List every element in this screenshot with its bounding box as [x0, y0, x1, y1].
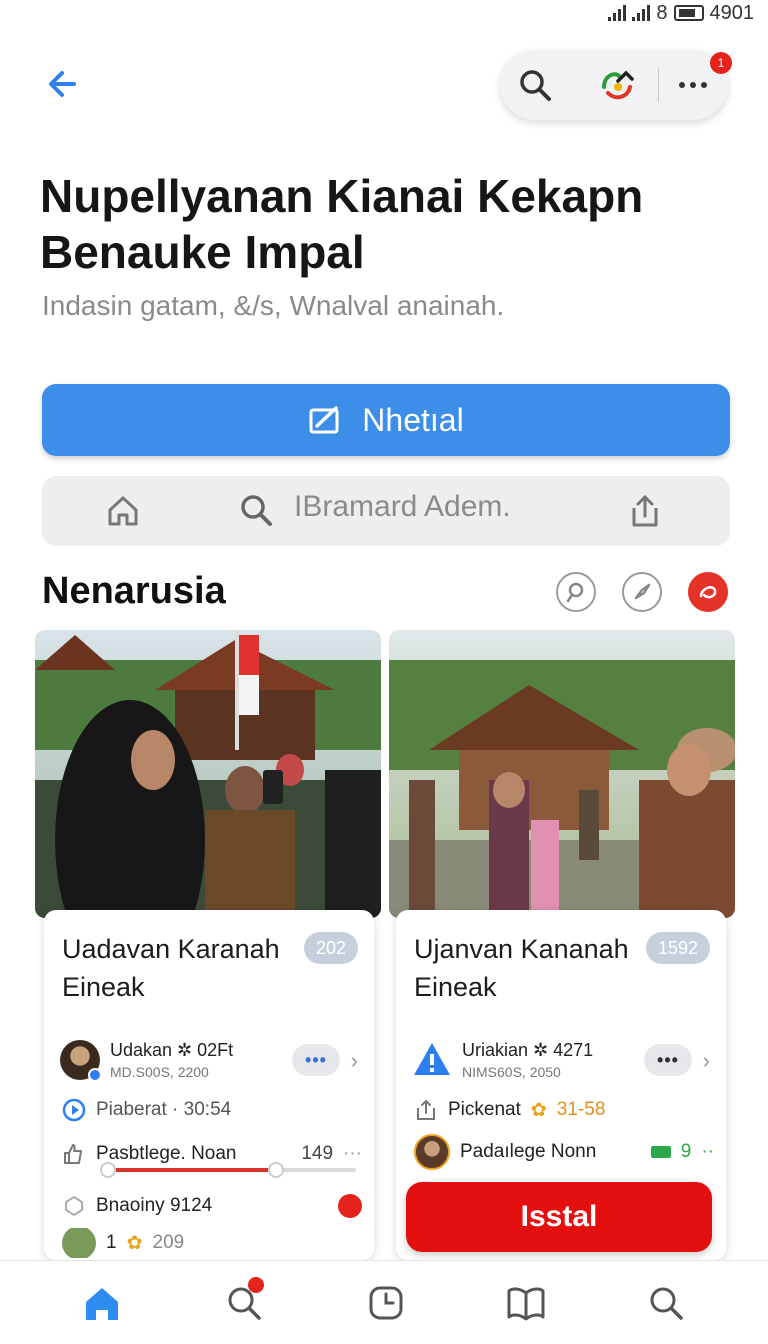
page-title: Nupellyanan Kianai Kekapn Benauke Impal	[40, 170, 644, 278]
section-title: Nenarusia	[42, 570, 226, 612]
more-dots-icon[interactable]: ··	[701, 1141, 714, 1163]
progress-bar[interactable]	[100, 1162, 356, 1178]
progress-row: Padaılege Nonn 9 ··	[414, 1134, 714, 1170]
reaction-row: Bnaoiny 9124	[62, 1190, 362, 1222]
search-icon	[650, 1287, 683, 1320]
status-bar: 8 4901	[608, 0, 754, 26]
count-badge: 1592	[645, 932, 710, 964]
back-button[interactable]	[40, 62, 84, 106]
search-circle-icon[interactable]	[556, 572, 596, 612]
signal-text: 8	[656, 1, 668, 24]
play-circle-icon[interactable]	[62, 1098, 86, 1122]
colorful-logo-icon	[601, 70, 634, 100]
battery-icon	[673, 5, 704, 21]
footer-row: 1 ✿ 209	[62, 1228, 362, 1258]
install-button[interactable]: Isstal	[406, 1182, 712, 1252]
progress-knob-start[interactable]	[100, 1162, 116, 1178]
search-icon	[519, 70, 551, 101]
clock-icon	[369, 1286, 403, 1320]
author-name: Udakan ✲ 02Ft	[110, 1040, 234, 1060]
author-row[interactable]: Udakan ✲ 02Ft MD.S00S, 2200 ••• ›	[60, 1038, 360, 1082]
notification-badge	[248, 1277, 264, 1293]
meta-label: Pickenat	[448, 1099, 521, 1120]
share-icon[interactable]	[414, 1098, 438, 1122]
chevron-right-icon[interactable]: ›	[703, 1048, 710, 1074]
author-meta: MD.S00S, 2200	[110, 1064, 209, 1080]
footer-count: 209	[152, 1232, 185, 1253]
app-logo-button[interactable]	[583, 50, 652, 120]
search-input[interactable]: IBramard Adem.	[294, 490, 511, 524]
more-horizontal-icon	[679, 82, 708, 88]
chevron-right-icon[interactable]: ›	[351, 1048, 358, 1074]
verified-icon	[88, 1068, 102, 1082]
footer-prefix: 1	[106, 1232, 117, 1253]
truck-icon	[650, 1146, 671, 1158]
install-button-label: Isstal	[520, 1200, 598, 1233]
author-row[interactable]: Uriakian ✲ 4271 NIMS60S, 2050 ••• ›	[412, 1038, 712, 1082]
search-button[interactable]	[500, 50, 569, 120]
card-image-2[interactable]	[389, 630, 735, 918]
footer-avatar	[62, 1228, 96, 1258]
progress-fill	[106, 1168, 276, 1172]
compass-icon[interactable]	[622, 572, 662, 612]
book-icon	[507, 1287, 545, 1321]
primary-action-button[interactable]: Nhetıal	[42, 384, 730, 456]
card-image-1[interactable]	[35, 630, 381, 918]
toolbar-pill: 1	[500, 50, 732, 120]
search-bar[interactable]: IBramard Adem.	[42, 476, 730, 546]
nav-library[interactable]	[504, 1281, 548, 1325]
edit-icon	[309, 406, 339, 434]
card-title: Uadavan Karanah Eineak	[62, 934, 280, 1002]
card-title: Ujanvan Kananah Eineak	[414, 934, 629, 1002]
home-icon	[86, 1288, 118, 1320]
warning-icon	[414, 1043, 450, 1075]
more-options-button[interactable]: •••	[292, 1044, 340, 1076]
top-bar: 1	[0, 48, 768, 120]
progress-label: Padaılege Nonn	[460, 1141, 597, 1162]
author-meta: NIMS60S, 2050	[462, 1064, 561, 1080]
meta-value: 31-58	[556, 1099, 606, 1120]
count-badge: 202	[303, 932, 358, 964]
meta-row: Pickenat ✿ 31-58	[414, 1094, 714, 1126]
flower-icon: ✿	[126, 1232, 143, 1254]
notification-badge: 1	[710, 52, 732, 74]
progress-value: 149	[301, 1143, 334, 1164]
duration-row: Piaberat · 30:54	[62, 1094, 362, 1126]
nav-search[interactable]	[222, 1277, 266, 1325]
bottom-navigation	[0, 1260, 768, 1344]
nav-history[interactable]	[364, 1281, 408, 1325]
search-icon	[241, 495, 272, 526]
section-actions	[556, 572, 728, 612]
primary-action-label: Nhetıal	[362, 401, 464, 438]
flower-icon: ✿	[530, 1099, 547, 1121]
progress-label: Pasbtlege. Noan	[96, 1143, 237, 1164]
share-icon[interactable]	[626, 492, 664, 530]
nav-home[interactable]	[80, 1281, 124, 1325]
duration-text: Piaberat · 30:54	[96, 1099, 232, 1120]
progress-value: 9	[680, 1141, 692, 1162]
nav-search-2[interactable]	[644, 1281, 688, 1325]
record-icon[interactable]	[688, 572, 728, 612]
wifi-signal-icon	[608, 5, 627, 21]
cell-signal-icon	[632, 5, 651, 21]
more-dots-icon[interactable]: ···	[343, 1143, 362, 1165]
home-icon[interactable]	[104, 492, 142, 530]
like-icon[interactable]	[62, 1142, 86, 1166]
progress-knob-end[interactable]	[268, 1162, 284, 1178]
status-time: 4901	[709, 1, 755, 24]
fish-icon[interactable]	[338, 1194, 362, 1218]
content-card-1[interactable]: Uadavan Karanah Eineak 202 Udakan ✲ 02Ft…	[44, 910, 374, 1260]
author-name: Uriakian ✲ 4271	[462, 1040, 594, 1060]
reaction-label: Bnaoiny 9124	[96, 1195, 213, 1216]
hexagon-icon	[65, 1195, 83, 1217]
page-subtitle: Indasin gatam, &/s, Wnalval anainah.	[42, 290, 505, 321]
more-options-button[interactable]: •••	[644, 1044, 692, 1076]
arrow-left-icon	[49, 71, 76, 97]
avatar	[414, 1134, 450, 1170]
